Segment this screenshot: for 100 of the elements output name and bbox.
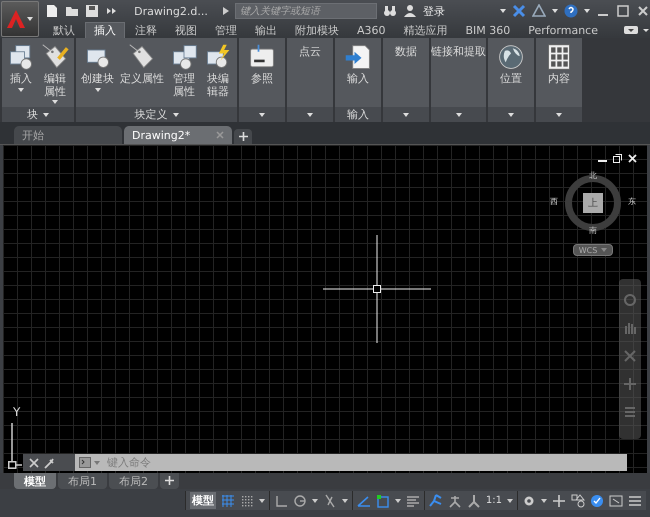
- snap-square-icon[interactable]: [376, 494, 390, 508]
- file-tab[interactable]: 开始: [14, 126, 122, 144]
- ribbon-tab[interactable]: 视图: [166, 22, 205, 38]
- wrench-icon[interactable]: [43, 456, 55, 468]
- panel-expand-icon[interactable]: [307, 112, 313, 116]
- ribbon-button[interactable]: 插入: [5, 41, 37, 107]
- ribbon-button[interactable]: 位置: [495, 41, 527, 107]
- angle-icon[interactable]: [356, 494, 371, 508]
- letter-a-logo-icon: [6, 9, 26, 29]
- ribbon-tab[interactable]: BIM 360: [458, 22, 518, 38]
- save-icon[interactable]: [84, 4, 99, 18]
- ribbon-tab[interactable]: 附加模块: [286, 22, 347, 38]
- ribbon-button[interactable]: 定义属性: [118, 41, 166, 107]
- ribbon-button[interactable]: 参照: [246, 41, 278, 107]
- panel-expand-icon[interactable]: [456, 112, 462, 116]
- ribbon-tab[interactable]: 精选应用: [396, 22, 456, 38]
- ribbon-button[interactable]: 管理属性: [168, 41, 200, 107]
- axis-label: Y: [13, 405, 20, 419]
- restore-icon[interactable]: [613, 154, 622, 163]
- panel-title[interactable]: 输入: [347, 107, 369, 122]
- ribbon-button[interactable]: 内容: [543, 41, 575, 107]
- figure-up-icon[interactable]: [466, 494, 481, 508]
- panel-title[interactable]: 块定义: [134, 107, 168, 122]
- model-space-button[interactable]: 模型: [190, 492, 216, 509]
- compass-label[interactable]: 西: [550, 196, 558, 207]
- search-field[interactable]: 键入关键字或短语: [234, 3, 377, 19]
- tag-pencil-icon: [41, 43, 69, 71]
- viewcube-face[interactable]: 上: [583, 193, 603, 213]
- caret-icon: [552, 9, 558, 13]
- application-menu-button[interactable]: [1, 1, 39, 37]
- panel-title: 点云: [298, 44, 322, 59]
- triangle-icon[interactable]: [532, 4, 546, 18]
- close-icon[interactable]: [636, 4, 650, 18]
- drawing-canvas[interactable]: 北 西 上 东 南 WCS Y 键入命令: [3, 145, 647, 473]
- x-exchange-icon[interactable]: [512, 4, 526, 18]
- ribbon-toggle-icon[interactable]: [622, 23, 650, 37]
- caret-icon: [507, 498, 513, 502]
- panel-expand-icon[interactable]: [259, 112, 265, 116]
- ribbon-tab[interactable]: A360: [348, 22, 394, 38]
- fullscreen-icon[interactable]: [609, 494, 623, 508]
- arrow-page-icon: [344, 43, 372, 71]
- lines-icon[interactable]: [406, 494, 420, 508]
- expand-arrow-icon[interactable]: [222, 7, 229, 15]
- ribbon-button[interactable]: 块编辑器: [202, 41, 234, 107]
- user-icon[interactable]: [402, 4, 417, 18]
- compass-label[interactable]: 南: [589, 225, 597, 236]
- right-angle-icon[interactable]: [274, 494, 288, 508]
- isometric-icon[interactable]: [322, 494, 337, 508]
- sign-in-link[interactable]: 登录: [422, 4, 445, 18]
- check-circle-icon[interactable]: [590, 494, 604, 508]
- grid-panel-icon: [545, 43, 573, 71]
- caret-icon: [18, 88, 24, 92]
- ribbon-tab[interactable]: 插入: [84, 22, 125, 38]
- layout-tab[interactable]: 布局1: [58, 473, 107, 489]
- command-input[interactable]: 键入命令: [103, 456, 627, 469]
- ribbon-tab[interactable]: 管理: [206, 22, 245, 38]
- dot-grid-icon[interactable]: [240, 494, 254, 508]
- panel-expand-icon[interactable]: [403, 112, 409, 116]
- ribbon-tab[interactable]: 默认: [44, 22, 83, 38]
- block-list-icon: [170, 43, 198, 71]
- ribbon-tab[interactable]: Performance: [520, 22, 606, 38]
- caret-icon: [584, 9, 590, 13]
- new-layout-button[interactable]: [160, 473, 179, 489]
- compass-label[interactable]: 北: [589, 170, 597, 181]
- layout-tab[interactable]: 模型: [14, 473, 56, 489]
- caret-icon: [172, 112, 178, 116]
- new-file-icon[interactable]: [44, 4, 59, 18]
- new-tab-button[interactable]: [234, 129, 252, 144]
- figure-star-icon[interactable]: [448, 494, 462, 508]
- compass-label[interactable]: 东: [628, 196, 636, 207]
- prompt-icon[interactable]: [79, 457, 91, 468]
- binoculars-icon[interactable]: [382, 4, 397, 18]
- caret-icon: [43, 112, 49, 116]
- window-title: Drawing2.d...: [133, 4, 209, 18]
- tag-icon: [128, 43, 156, 71]
- shapes-icon[interactable]: [571, 494, 585, 508]
- menu-icon[interactable]: [628, 494, 642, 508]
- annotation-scale[interactable]: 1:1: [486, 495, 502, 506]
- block-lightning-icon: [204, 43, 232, 71]
- panel-expand-icon[interactable]: [556, 112, 562, 116]
- plus-icon: [238, 132, 248, 141]
- caret-icon: [394, 498, 401, 502]
- panel-expand-icon[interactable]: [508, 112, 514, 116]
- maximize-icon[interactable]: [616, 4, 630, 18]
- ribbon-button[interactable]: 创建块: [79, 41, 116, 107]
- folder-icon[interactable]: [64, 4, 79, 18]
- help-icon[interactable]: [564, 4, 578, 18]
- caret-icon: [500, 9, 506, 13]
- grid-icon[interactable]: [220, 494, 235, 508]
- figure-icon[interactable]: [428, 494, 443, 508]
- ribbon-tab[interactable]: 注释: [126, 22, 165, 38]
- file-tab[interactable]: Drawing2*: [124, 126, 232, 144]
- panel-title[interactable]: 块: [27, 107, 38, 122]
- polar-icon[interactable]: [292, 494, 307, 508]
- caret-icon: [94, 88, 100, 92]
- ribbon-tab[interactable]: 输出: [246, 22, 285, 38]
- ribbon-button[interactable]: 输入: [342, 41, 374, 107]
- command-field[interactable]: 键入命令: [75, 454, 627, 471]
- layout-tab[interactable]: 布局2: [109, 473, 158, 489]
- plus-icon[interactable]: [552, 494, 566, 508]
